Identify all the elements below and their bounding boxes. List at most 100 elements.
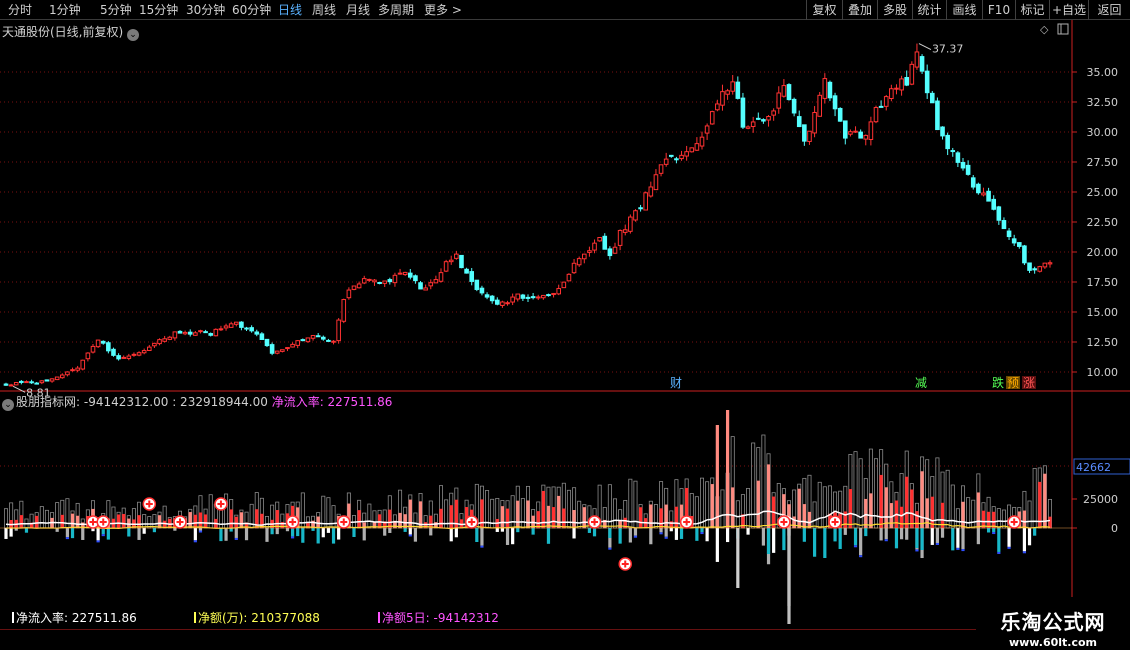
event-marker-label: 跌 bbox=[992, 375, 1004, 390]
candle-body bbox=[996, 206, 1002, 221]
toolbar-button[interactable]: +自选 bbox=[1049, 0, 1088, 20]
candle-body bbox=[914, 51, 920, 68]
price-tick-label: 12.50 bbox=[1087, 336, 1119, 349]
indicator-header: ⌄ 股朋指标网: -94142312.00 : 232918944.00 净流入率… bbox=[2, 393, 392, 411]
inflow-bar bbox=[439, 508, 443, 528]
candle-body bbox=[233, 321, 239, 325]
period-tab[interactable]: 30分钟 bbox=[186, 2, 225, 18]
inflow-bar bbox=[869, 493, 873, 528]
toolbar-button[interactable]: F10 bbox=[982, 0, 1015, 20]
outflow-bar bbox=[24, 528, 29, 533]
candle-body bbox=[121, 356, 127, 359]
candle-body bbox=[24, 381, 29, 384]
inflow-bar bbox=[756, 480, 760, 528]
candle-body bbox=[653, 174, 659, 191]
outflow-bar bbox=[270, 528, 274, 535]
outflow-bar bbox=[705, 528, 709, 542]
candle-body bbox=[336, 319, 341, 342]
period-tab[interactable]: 5分钟 bbox=[100, 2, 132, 18]
outflow-bar bbox=[70, 528, 75, 539]
outflow-bar bbox=[700, 528, 704, 533]
candle-body bbox=[1006, 230, 1012, 238]
outflow-bar bbox=[961, 528, 965, 550]
outflow-bar bbox=[500, 528, 505, 532]
candle-body bbox=[290, 343, 295, 348]
inflow-bar bbox=[582, 507, 586, 528]
candle-body bbox=[505, 302, 510, 305]
outflow-bar bbox=[285, 528, 290, 532]
candle-body bbox=[592, 242, 597, 251]
candle-body bbox=[382, 280, 388, 284]
candle-body bbox=[8, 384, 14, 387]
inflow-bar bbox=[70, 513, 75, 528]
outflow-bar bbox=[383, 528, 387, 536]
toolbar-button[interactable]: 画线 bbox=[946, 0, 982, 20]
candle-body bbox=[628, 216, 633, 232]
inflow-bar bbox=[505, 508, 510, 528]
outflow-cap bbox=[659, 532, 663, 535]
chevron-down-icon[interactable]: ⌄ bbox=[2, 399, 14, 411]
candle-body bbox=[909, 63, 915, 85]
outflow-bar bbox=[628, 528, 632, 543]
price-tick-label: 25.00 bbox=[1087, 186, 1119, 199]
inflow-bar bbox=[879, 474, 883, 528]
candle-body bbox=[213, 328, 219, 337]
legend-marker bbox=[378, 612, 380, 623]
inflow-bar bbox=[638, 507, 643, 528]
candle-body bbox=[868, 121, 874, 140]
period-tab[interactable]: 周线 bbox=[312, 2, 336, 18]
candle-body bbox=[750, 121, 756, 127]
outflow-bar bbox=[746, 528, 750, 535]
outflow-bar bbox=[449, 528, 453, 542]
period-tab[interactable]: 月线 bbox=[346, 2, 370, 18]
candle-body bbox=[715, 103, 720, 111]
toolbar-button[interactable]: 复权 bbox=[806, 0, 842, 20]
period-tab[interactable]: 分时 bbox=[8, 2, 32, 18]
outflow-bar bbox=[480, 528, 484, 546]
buy-signal-icon bbox=[777, 515, 791, 529]
buy-signal-icon bbox=[1007, 515, 1021, 529]
toolbar-button[interactable]: 多股 bbox=[877, 0, 912, 20]
toolbar-button[interactable]: 标记 bbox=[1015, 0, 1049, 20]
inflow-bar bbox=[649, 504, 653, 528]
period-tab[interactable]: 多周期 bbox=[378, 2, 414, 18]
candle-body bbox=[59, 374, 65, 379]
candle-body bbox=[320, 336, 326, 340]
candle-body bbox=[95, 339, 101, 348]
period-tab[interactable]: 日线 bbox=[278, 2, 302, 18]
candle-body bbox=[1027, 262, 1032, 271]
candle-body bbox=[157, 339, 162, 345]
candle-body bbox=[285, 347, 290, 350]
period-tab[interactable]: 1分钟 bbox=[49, 2, 81, 18]
candle-body bbox=[484, 294, 490, 298]
chevron-down-icon[interactable]: ⌄ bbox=[127, 29, 140, 41]
outflow-bar bbox=[956, 528, 960, 548]
event-marker-label: 涨 bbox=[1023, 375, 1035, 390]
toolbar-button[interactable]: 叠加 bbox=[842, 0, 877, 20]
candle-body bbox=[643, 192, 649, 211]
inflow-bar bbox=[920, 471, 924, 528]
outflow-bar bbox=[516, 528, 520, 533]
candle-body bbox=[1011, 238, 1017, 244]
candle-body bbox=[981, 192, 986, 196]
candle-body bbox=[704, 125, 710, 134]
candle-body bbox=[689, 147, 695, 153]
outflow-bar bbox=[899, 528, 904, 540]
candle-body bbox=[361, 278, 367, 284]
period-tab[interactable]: 15分钟 bbox=[139, 2, 178, 18]
outflow-cap bbox=[65, 537, 70, 540]
toolbar-button[interactable]: 统计 bbox=[912, 0, 946, 20]
indicator-value-3: 净流入率: 227511.86 bbox=[271, 395, 393, 409]
period-tab[interactable]: 更多 > bbox=[424, 2, 462, 18]
candle-body bbox=[75, 367, 80, 371]
inflow-bar bbox=[889, 503, 893, 528]
candle-body bbox=[807, 130, 812, 142]
indicator-value-2: : 232918944.00 bbox=[172, 395, 268, 409]
period-tab[interactable]: 60分钟 bbox=[232, 2, 271, 18]
toolbar-button[interactable]: 返回 bbox=[1088, 0, 1130, 20]
outflow-bar bbox=[1022, 528, 1027, 552]
inflow-bar bbox=[546, 505, 551, 528]
inflow-spike bbox=[725, 410, 730, 528]
outflow-bar bbox=[152, 528, 157, 533]
inflow-bar bbox=[864, 498, 868, 528]
